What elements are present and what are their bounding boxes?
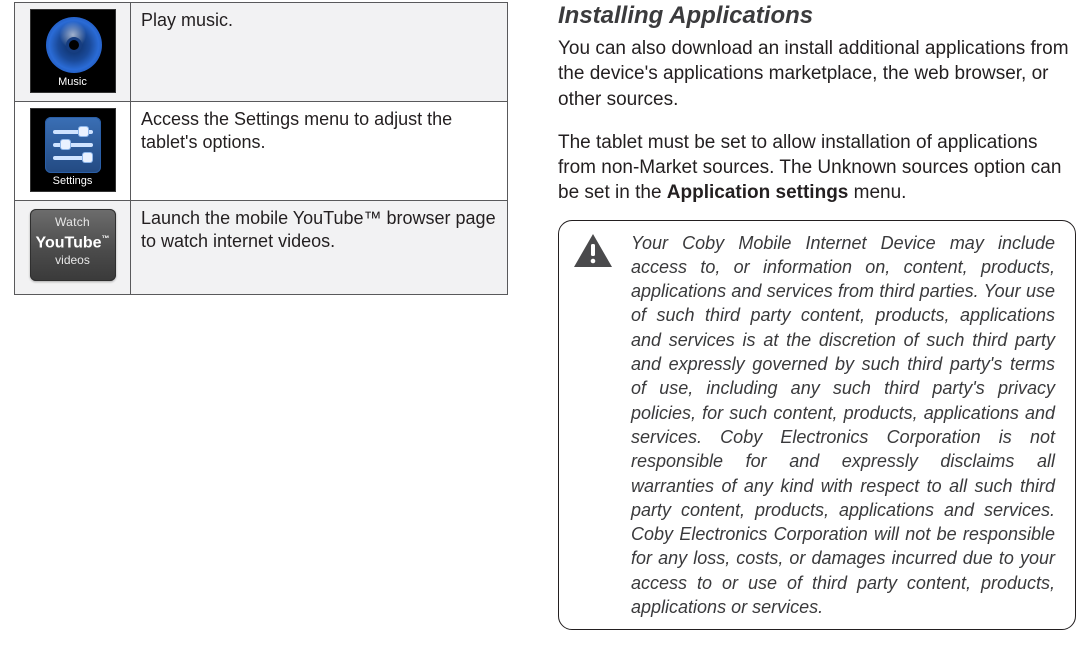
table-row: Music Play music. [15, 3, 508, 102]
settings-app-icon: Settings [30, 108, 116, 192]
app-description: Access the Settings menu to adjust the t… [131, 102, 508, 201]
intro-paragraph: You can also download an install additio… [558, 36, 1076, 112]
cd-hole-icon [69, 40, 79, 50]
app-description: Play music. [131, 3, 508, 102]
warning-text: Your Coby Mobile Internet Device may inc… [631, 231, 1055, 620]
youtube-icon-line3: videos [30, 253, 116, 267]
app-description: Launch the mobile YouTube™ browser page … [131, 201, 508, 295]
music-icon-label: Music [31, 76, 115, 88]
warning-notice: Your Coby Mobile Internet Device may inc… [558, 220, 1076, 631]
table-row: Watch YouTube™ videos Launch the mobile … [15, 201, 508, 295]
slider-knob-icon [83, 153, 92, 162]
slider-track-icon [53, 143, 93, 147]
table-row: Settings Access the Settings menu to adj… [15, 102, 508, 201]
youtube-icon-line2: YouTube™ [30, 230, 116, 252]
right-column: Installing Applications You can also dow… [558, 2, 1076, 657]
slider-knob-icon [61, 140, 70, 149]
youtube-icon-line1: Watch [30, 215, 116, 229]
tm-mark: ™ [102, 234, 110, 243]
warning-triangle-icon [573, 233, 613, 269]
app-icon-cell: Settings [15, 102, 131, 201]
left-column: Music Play music. Settings [14, 2, 508, 657]
youtube-app-icon: Watch YouTube™ videos [30, 209, 116, 281]
app-icon-cell: Music [15, 3, 131, 102]
section-heading: Installing Applications [558, 2, 1076, 30]
settings-icon-label: Settings [31, 175, 115, 187]
app-icon-cell: Watch YouTube™ videos [15, 201, 131, 295]
music-app-icon: Music [30, 9, 116, 93]
sliders-icon [45, 117, 101, 173]
para2-post: menu. [848, 182, 906, 203]
warning-icon-column [573, 231, 617, 620]
unknown-sources-paragraph: The tablet must be set to allow installa… [558, 130, 1076, 206]
slider-track-icon [53, 130, 93, 134]
slider-knob-icon [79, 127, 88, 136]
page: Music Play music. Settings [0, 0, 1090, 669]
slider-track-icon [53, 156, 93, 160]
apps-table: Music Play music. Settings [14, 2, 508, 295]
youtube-word: YouTube [35, 234, 101, 251]
application-settings-label: Application settings [667, 182, 849, 203]
